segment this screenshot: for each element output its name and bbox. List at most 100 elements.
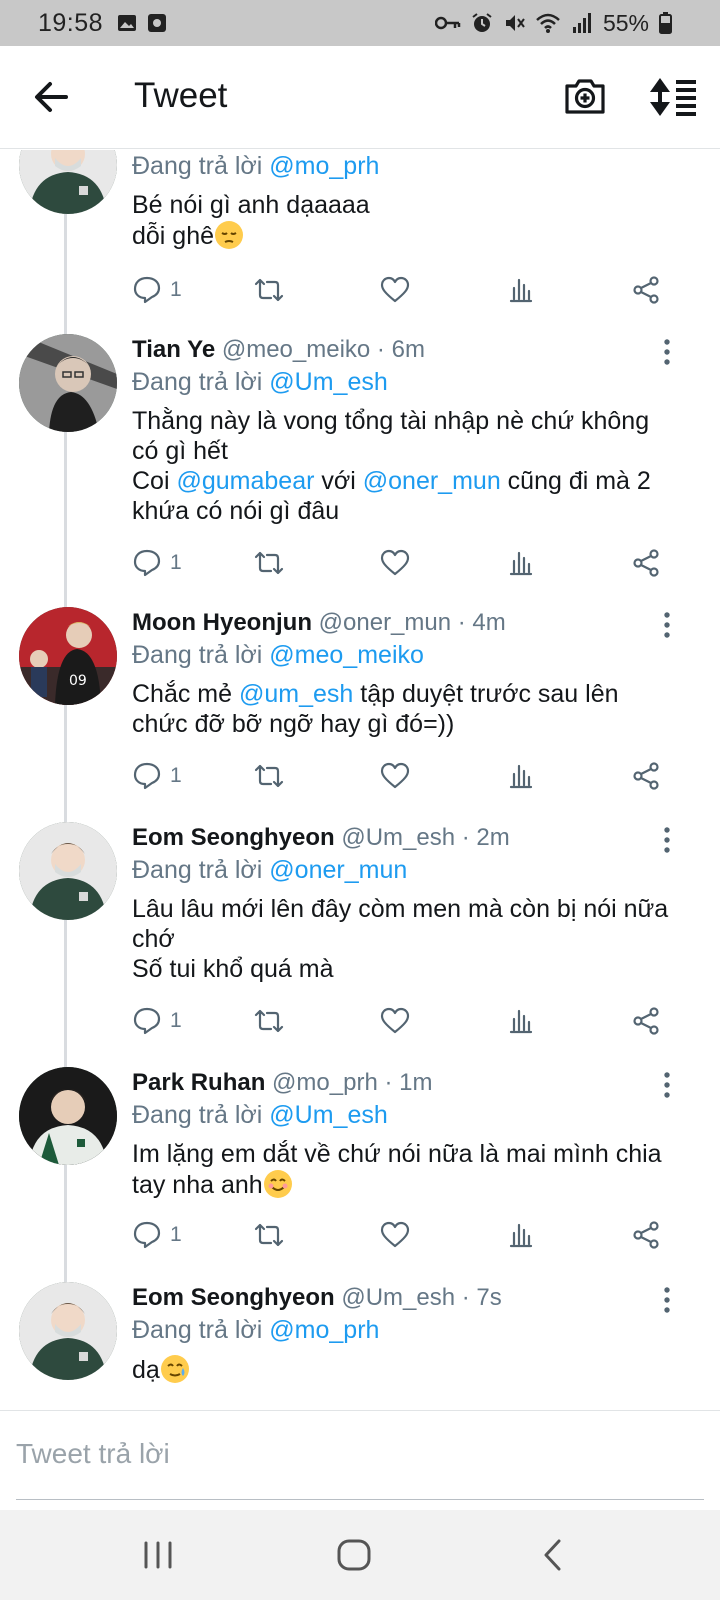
mention-link[interactable]: @oner_mun bbox=[363, 467, 501, 495]
share-button[interactable] bbox=[632, 1217, 662, 1253]
reply-button[interactable]: 1 bbox=[132, 272, 182, 308]
tweet-text-line: Im lặng em dắt về chứ nói nữa là mai mìn… bbox=[132, 1140, 662, 1168]
author-handle-time[interactable]: @Um_esh · 7s bbox=[341, 1284, 501, 1311]
reply-to-mention[interactable]: @Um_esh bbox=[269, 368, 387, 396]
back-arrow-button[interactable] bbox=[30, 76, 72, 118]
like-button[interactable] bbox=[380, 758, 410, 794]
reply-to-line: Đang trả lời @mo_prh bbox=[132, 1314, 690, 1346]
share-button[interactable] bbox=[632, 1003, 662, 1039]
more-options-button[interactable] bbox=[660, 611, 674, 639]
tweet-text-line: chớ bbox=[132, 925, 175, 953]
status-bar: 19:58 55% bbox=[0, 0, 720, 46]
reply-icon bbox=[133, 762, 161, 790]
reply-thread[interactable]: Đang trả lời @mo_prh Bé nói gì anh dạaaa… bbox=[0, 150, 720, 1410]
analytics-button[interactable] bbox=[506, 1217, 536, 1253]
analytics-button[interactable] bbox=[506, 758, 536, 794]
sort-icon bbox=[650, 78, 696, 116]
reply-to-mention[interactable]: @Um_esh bbox=[269, 1101, 387, 1129]
author-name[interactable]: Park Ruhan bbox=[132, 1069, 265, 1096]
tweet-text-segment: Coi bbox=[132, 467, 177, 495]
like-button[interactable] bbox=[380, 545, 410, 581]
analytics-icon bbox=[509, 551, 533, 576]
tweet-body: Lâu lâu mới lên đây còm men mà còn bị nó… bbox=[132, 894, 690, 984]
analytics-button[interactable] bbox=[506, 1003, 536, 1039]
reply-input[interactable] bbox=[16, 1429, 704, 1479]
avatar[interactable] bbox=[19, 822, 117, 920]
author-name[interactable]: Eom Seonghyeon bbox=[132, 1284, 335, 1311]
tweet-text-segment: với bbox=[314, 467, 363, 495]
analytics-icon bbox=[509, 1009, 533, 1034]
reply-icon bbox=[133, 549, 161, 577]
retweet-icon bbox=[254, 1009, 284, 1033]
reply-prefix: Đang trả lời bbox=[132, 856, 263, 884]
status-time: 19:58 bbox=[38, 8, 104, 37]
tweet-text-line: dỗi ghê bbox=[132, 222, 215, 250]
author-handle-time[interactable]: @meo_meiko · 6m bbox=[222, 336, 425, 363]
camera-add-button[interactable] bbox=[563, 74, 607, 118]
avatar[interactable] bbox=[19, 150, 117, 214]
reply-to-line: Đang trả lời @Um_esh bbox=[132, 366, 690, 398]
author-name[interactable]: Tian Ye bbox=[132, 336, 215, 363]
app-notification-icon bbox=[148, 14, 167, 32]
share-button[interactable] bbox=[632, 545, 662, 581]
analytics-button[interactable] bbox=[506, 272, 536, 308]
tweet-text-line: Lâu lâu mới lên đây còm men mà còn bị nó… bbox=[132, 895, 669, 923]
avatar[interactable]: 09 bbox=[19, 607, 117, 705]
avatar[interactable] bbox=[19, 334, 117, 432]
wifi-icon bbox=[536, 13, 560, 33]
more-options-button[interactable] bbox=[660, 1071, 674, 1099]
more-options-button[interactable] bbox=[660, 338, 674, 366]
tweet-header: Eom Seonghyeon @Um_esh · 2m bbox=[132, 822, 690, 854]
reply-to-mention[interactable]: @mo_prh bbox=[269, 1316, 379, 1344]
author-handle-time[interactable]: @mo_prh · 1m bbox=[272, 1069, 432, 1096]
share-button[interactable] bbox=[632, 272, 662, 308]
reply-to-mention[interactable]: @meo_meiko bbox=[269, 641, 424, 669]
reply-button[interactable]: 1 bbox=[132, 545, 182, 581]
reply-count: 1 bbox=[170, 278, 182, 301]
retweet-button[interactable] bbox=[254, 1003, 284, 1039]
avatar[interactable] bbox=[19, 1067, 117, 1165]
tweet-text-line: Số tui khổ quá mà bbox=[132, 955, 334, 983]
recent-apps-button[interactable] bbox=[138, 1535, 178, 1575]
nav-back-button[interactable] bbox=[534, 1535, 574, 1575]
retweet-button[interactable] bbox=[254, 758, 284, 794]
more-options-button[interactable] bbox=[660, 826, 674, 854]
reply-prefix: Đang trả lời bbox=[132, 1316, 263, 1344]
sort-button[interactable] bbox=[648, 76, 700, 118]
like-button[interactable] bbox=[380, 272, 410, 308]
author-handle-time[interactable]: @Um_esh · 2m bbox=[341, 824, 509, 851]
reply-button[interactable]: 1 bbox=[132, 1003, 182, 1039]
retweet-button[interactable] bbox=[254, 272, 284, 308]
analytics-button[interactable] bbox=[506, 545, 536, 581]
tweet-text-line: dạ bbox=[132, 1356, 160, 1384]
tweet-actions: 1 bbox=[132, 545, 692, 581]
reply-button[interactable]: 1 bbox=[132, 1217, 182, 1253]
avatar[interactable] bbox=[19, 1282, 117, 1380]
retweet-button[interactable] bbox=[254, 545, 284, 581]
like-button[interactable] bbox=[380, 1003, 410, 1039]
reply-to-mention[interactable]: @mo_prh bbox=[269, 152, 379, 180]
more-options-button[interactable] bbox=[660, 1286, 674, 1314]
home-button[interactable] bbox=[334, 1535, 374, 1575]
tweet-body: Im lặng em dắt về chứ nói nữa là mai mìn… bbox=[132, 1139, 690, 1200]
tweet-text-segment: cũng đi mà 2 bbox=[500, 467, 651, 495]
retweet-icon bbox=[254, 551, 284, 575]
share-icon bbox=[633, 276, 659, 304]
author-handle-time[interactable]: @oner_mun · 4m bbox=[319, 609, 506, 636]
back-arrow-icon bbox=[35, 82, 68, 112]
share-button[interactable] bbox=[632, 758, 662, 794]
reply-button[interactable]: 1 bbox=[132, 758, 182, 794]
retweet-button[interactable] bbox=[254, 1217, 284, 1253]
like-button[interactable] bbox=[380, 1217, 410, 1253]
avatar-photo bbox=[19, 1067, 117, 1165]
author-name[interactable]: Moon Hyeonjun bbox=[132, 609, 312, 636]
reply-input-underline bbox=[16, 1499, 704, 1500]
reply-to-mention[interactable]: @oner_mun bbox=[269, 856, 407, 884]
avatar-photo bbox=[19, 334, 117, 432]
author-name[interactable]: Eom Seonghyeon bbox=[132, 824, 335, 851]
mention-link[interactable]: @um_esh bbox=[239, 680, 353, 708]
analytics-icon bbox=[509, 764, 533, 789]
pensive-face-emoji bbox=[215, 221, 244, 249]
tweet-actions: 1 bbox=[132, 758, 692, 794]
mention-link[interactable]: @gumabear bbox=[176, 467, 314, 495]
